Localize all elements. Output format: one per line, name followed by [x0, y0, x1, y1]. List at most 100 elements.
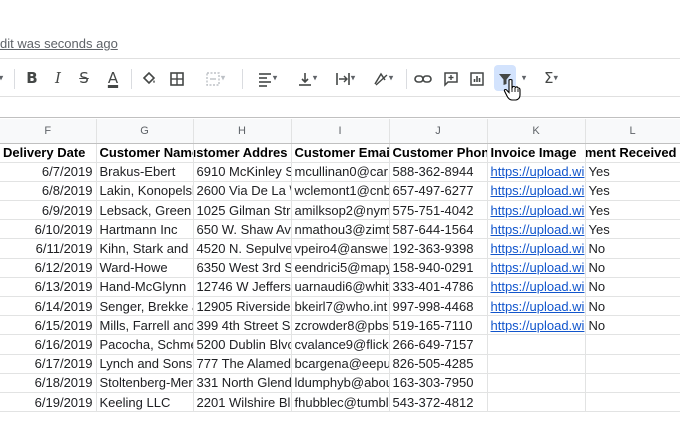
- header-cell[interactable]: Invoice Image: [487, 143, 586, 163]
- last-edit-link[interactable]: dit was seconds ago: [0, 34, 118, 54]
- invoice-image-link[interactable]: [487, 392, 586, 413]
- formula-bar[interactable]: [0, 96, 680, 118]
- table-cell[interactable]: 657-497-6277: [389, 181, 488, 202]
- table-cell[interactable]: 12905 Riverside: [193, 296, 292, 317]
- table-cell[interactable]: 543-372-4812: [389, 392, 488, 413]
- table-cell[interactable]: 6/11/2019: [0, 238, 97, 259]
- table-cell[interactable]: 333-401-4786: [389, 277, 488, 298]
- table-cell[interactable]: 4520 N. Sepulve: [193, 238, 292, 259]
- table-cell[interactable]: [585, 392, 680, 413]
- table-cell[interactable]: No: [585, 296, 680, 317]
- insert-link-button[interactable]: [412, 65, 434, 91]
- table-cell[interactable]: Keeling LLC: [96, 392, 194, 413]
- table-cell[interactable]: bcargena@eepu: [291, 354, 390, 374]
- table-cell[interactable]: vpeiro4@answe: [291, 238, 390, 259]
- bold-button[interactable]: B: [22, 65, 42, 91]
- table-cell[interactable]: eendrici5@mapy: [291, 258, 390, 278]
- table-cell[interactable]: 777 The Alamed: [193, 354, 292, 374]
- chevron-down-icon[interactable]: ▾: [0, 65, 8, 91]
- table-cell[interactable]: 6/18/2019: [0, 373, 97, 393]
- invoice-image-link[interactable]: https://upload.wi: [487, 315, 586, 336]
- table-cell[interactable]: 588-362-8944: [389, 162, 488, 182]
- table-cell[interactable]: 826-505-4285: [389, 354, 488, 374]
- italic-button[interactable]: I: [48, 65, 68, 91]
- table-cell[interactable]: Lakin, Konopelsl: [96, 181, 194, 202]
- table-cell[interactable]: 6/7/2019: [0, 162, 97, 182]
- invoice-image-link[interactable]: https://upload.wi: [487, 219, 586, 240]
- table-cell[interactable]: Yes: [585, 162, 680, 182]
- table-cell[interactable]: [585, 373, 680, 393]
- table-cell[interactable]: ldumphyb@abou: [291, 373, 390, 393]
- table-cell[interactable]: 192-363-9398: [389, 238, 488, 259]
- table-cell[interactable]: Stoltenberg-Mer: [96, 373, 194, 393]
- table-cell[interactable]: Hand-McGlynn: [96, 277, 194, 298]
- table-cell[interactable]: 575-751-4042: [389, 200, 488, 221]
- table-cell[interactable]: Lynch and Sons: [96, 354, 194, 374]
- table-cell[interactable]: Yes: [585, 219, 680, 240]
- table-cell[interactable]: 163-303-7950: [389, 373, 488, 393]
- invoice-image-link[interactable]: [487, 354, 586, 374]
- table-cell[interactable]: 266-649-7157: [389, 334, 488, 355]
- text-rotation-button[interactable]: ▾: [366, 65, 400, 91]
- table-cell[interactable]: No: [585, 315, 680, 336]
- column-header-l[interactable]: L: [585, 119, 680, 144]
- invoice-image-link[interactable]: https://upload.wi: [487, 296, 586, 317]
- functions-button[interactable]: Σ▾: [536, 65, 566, 91]
- invoice-image-link[interactable]: https://upload.wi: [487, 258, 586, 278]
- fill-color-button[interactable]: [138, 65, 160, 91]
- table-cell[interactable]: 6/13/2019: [0, 277, 97, 298]
- table-cell[interactable]: Yes: [585, 181, 680, 202]
- table-cell[interactable]: Brakus-Ebert: [96, 162, 194, 182]
- table-cell[interactable]: No: [585, 277, 680, 298]
- borders-button[interactable]: [166, 65, 188, 91]
- header-cell[interactable]: yment Received: [585, 143, 680, 163]
- column-header-h[interactable]: H: [193, 119, 292, 144]
- text-wrapping-button[interactable]: ▾: [328, 65, 362, 91]
- table-cell[interactable]: Yes: [585, 200, 680, 221]
- table-cell[interactable]: 2201 Wilshire Bl: [193, 392, 292, 413]
- text-color-button[interactable]: A: [102, 65, 124, 91]
- table-cell[interactable]: 1025 Gilman Str: [193, 200, 292, 221]
- table-cell[interactable]: 6/8/2019: [0, 181, 97, 202]
- table-cell[interactable]: Kihn, Stark and: [96, 238, 194, 259]
- table-cell[interactable]: 6910 McKinley S: [193, 162, 292, 182]
- table-cell[interactable]: 12746 W Jeffers: [193, 277, 292, 298]
- table-cell[interactable]: [585, 334, 680, 355]
- invoice-image-link[interactable]: https://upload.wi: [487, 200, 586, 221]
- invoice-image-link[interactable]: https://upload.wi: [487, 181, 586, 202]
- table-cell[interactable]: Mills, Farrell and: [96, 315, 194, 336]
- table-cell[interactable]: Lebsack, Green: [96, 200, 194, 221]
- table-cell[interactable]: 6/16/2019: [0, 334, 97, 355]
- invoice-image-link[interactable]: [487, 334, 586, 355]
- header-cell[interactable]: Customer Email: [291, 143, 390, 163]
- table-cell[interactable]: 5200 Dublin Blvc: [193, 334, 292, 355]
- invoice-image-link[interactable]: [487, 373, 586, 393]
- table-cell[interactable]: Hartmann Inc: [96, 219, 194, 240]
- table-cell[interactable]: 6/14/2019: [0, 296, 97, 317]
- invoice-image-link[interactable]: https://upload.wi: [487, 162, 586, 182]
- column-header-g[interactable]: G: [96, 119, 194, 144]
- table-cell[interactable]: Pacocha, Schme: [96, 334, 194, 355]
- table-cell[interactable]: 519-165-7110: [389, 315, 488, 336]
- table-cell[interactable]: cvalance9@flick: [291, 334, 390, 355]
- table-cell[interactable]: bkeirl7@who.int: [291, 296, 390, 317]
- table-cell[interactable]: 2600 Via De La \: [193, 181, 292, 202]
- vertical-align-button[interactable]: ▾: [290, 65, 324, 91]
- header-cell[interactable]: Delivery Date: [0, 143, 97, 163]
- table-cell[interactable]: nmathou3@zimt: [291, 219, 390, 240]
- column-header-i[interactable]: I: [291, 119, 390, 144]
- table-cell[interactable]: 399 4th Street S: [193, 315, 292, 336]
- table-cell[interactable]: 6350 West 3rd S: [193, 258, 292, 278]
- table-cell[interactable]: 6/19/2019: [0, 392, 97, 413]
- table-cell[interactable]: 6/15/2019: [0, 315, 97, 336]
- merge-cells-button[interactable]: ▾: [196, 65, 234, 91]
- horizontal-align-button[interactable]: ▾: [250, 65, 284, 91]
- table-cell[interactable]: 331 North Glend: [193, 373, 292, 393]
- insert-chart-button[interactable]: [466, 65, 488, 91]
- table-cell[interactable]: 650 W. Shaw Av: [193, 219, 292, 240]
- table-cell[interactable]: 6/9/2019: [0, 200, 97, 221]
- header-cell[interactable]: ustomer Addres: [193, 143, 292, 163]
- header-cell[interactable]: Customer Phone: [389, 143, 488, 163]
- table-cell[interactable]: [585, 354, 680, 374]
- invoice-image-link[interactable]: https://upload.wi: [487, 238, 586, 259]
